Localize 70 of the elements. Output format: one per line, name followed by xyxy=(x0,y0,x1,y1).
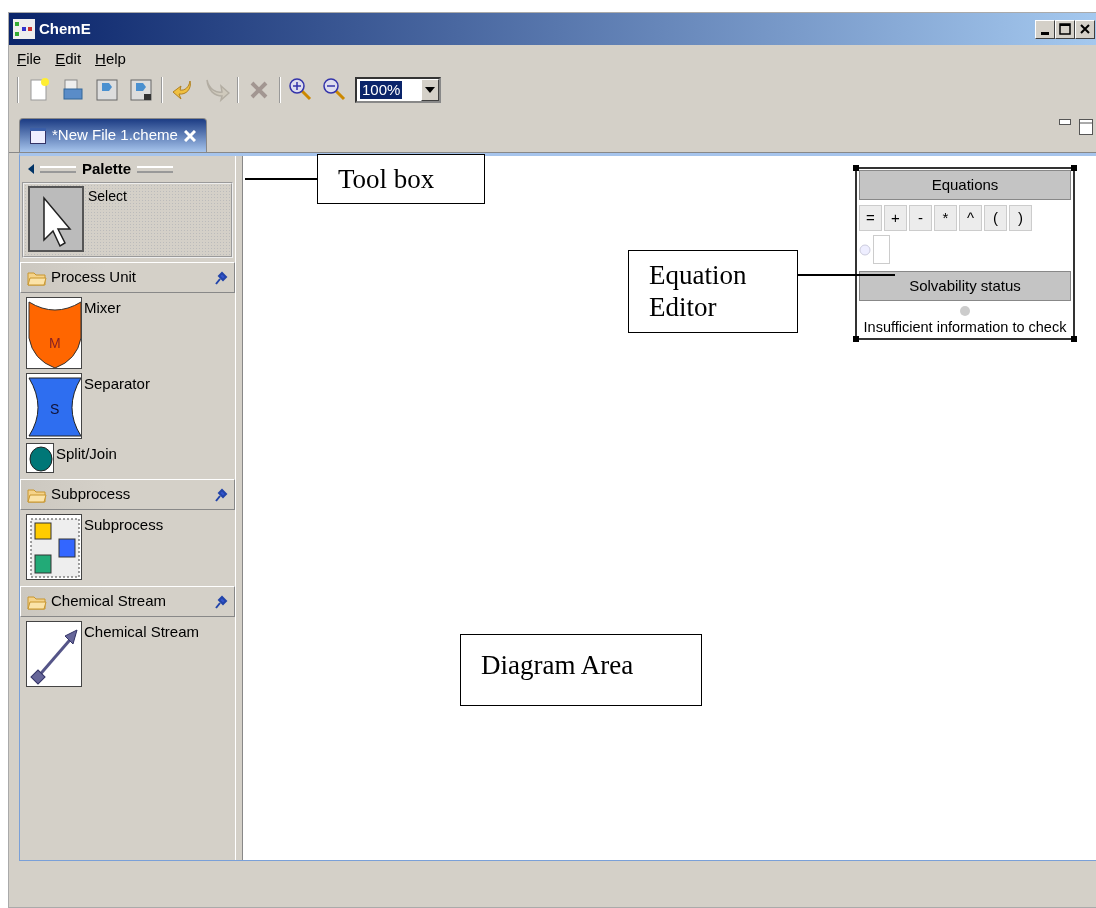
save-as-button[interactable] xyxy=(127,76,155,104)
grip-icon[interactable] xyxy=(137,165,174,173)
window-title: ChemE xyxy=(39,18,91,39)
palette-item[interactable]: Subprocess xyxy=(20,512,235,582)
operator-button[interactable]: * xyxy=(934,205,957,231)
operator-button[interactable]: ^ xyxy=(959,205,982,231)
palette-item[interactable]: Chemical Stream xyxy=(20,619,235,689)
resize-handle[interactable] xyxy=(853,336,859,343)
grip-icon[interactable] xyxy=(40,165,76,173)
icon-letter: S xyxy=(50,401,60,417)
icon-letter: M xyxy=(49,335,61,351)
menu-item[interactable]: Edit xyxy=(55,47,82,71)
close-icon[interactable] xyxy=(183,129,196,142)
palette-tool[interactable]: Select xyxy=(22,182,233,258)
pin-icon[interactable] xyxy=(214,487,228,502)
open-icon xyxy=(60,77,86,103)
callout-label: Tool box xyxy=(317,154,485,205)
dropdown-arrow-icon[interactable] xyxy=(425,87,435,93)
redo-icon xyxy=(204,77,230,103)
zoom-combo[interactable]: 100% xyxy=(355,77,441,103)
pin-icon[interactable] xyxy=(214,594,228,609)
resize-handle[interactable] xyxy=(853,165,859,171)
save-as-icon xyxy=(128,77,154,103)
zoom-out-icon xyxy=(322,77,348,103)
minimize-button[interactable] xyxy=(1035,19,1055,39)
arrow-cursor-icon xyxy=(28,186,84,252)
operator-button[interactable]: ) xyxy=(1009,205,1032,231)
maximize-button[interactable] xyxy=(1055,19,1075,39)
menu-item[interactable]: Help xyxy=(95,47,126,71)
resize-handle[interactable] xyxy=(1071,165,1077,171)
callout-label: Diagram Area xyxy=(460,634,702,707)
palette-item[interactable]: S Separator xyxy=(20,371,235,441)
app-icon xyxy=(13,19,35,39)
editor-tab[interactable]: *New File 1.cheme xyxy=(19,118,207,152)
section-header: Solvability status xyxy=(859,271,1071,301)
palette-title: Palette xyxy=(82,158,132,179)
operator-button[interactable]: + xyxy=(884,205,907,231)
subprocess-icon xyxy=(26,514,82,580)
operator-button[interactable]: = xyxy=(859,205,882,231)
save-icon xyxy=(94,77,120,103)
folder-icon xyxy=(27,593,47,610)
close-button[interactable] xyxy=(1075,19,1095,39)
status-text: Insufficient information to check xyxy=(862,318,1068,337)
collapse-arrow-icon[interactable] xyxy=(28,164,34,174)
maximize-view-icon[interactable] xyxy=(1079,119,1093,135)
resize-handle[interactable] xyxy=(1071,336,1077,343)
splitter-handle[interactable] xyxy=(235,156,243,860)
diagram-canvas[interactable]: Equations = + - * ^ ( ) Solvability status Insufficient information to check Tool box Equation Editor Diagram Area xyxy=(243,156,1096,860)
equation-editor-panel[interactable]: Equations = + - * ^ ( ) Solvability status Insufficient information to check xyxy=(855,167,1075,341)
callout-label: Equation Editor xyxy=(628,250,798,333)
folder-icon xyxy=(27,269,47,286)
status-dot-icon xyxy=(959,305,971,317)
folder-icon xyxy=(27,486,47,503)
section-header: Equations xyxy=(859,170,1071,200)
pin-icon[interactable] xyxy=(214,270,228,285)
palette-item[interactable]: M Mixer xyxy=(20,295,235,371)
operator-button[interactable]: - xyxy=(909,205,932,231)
equation-input-field[interactable] xyxy=(873,235,890,264)
minimize-icon xyxy=(1041,31,1049,35)
radio-icon[interactable] xyxy=(859,243,871,256)
operator-button[interactable]: ( xyxy=(984,205,1007,231)
file-icon xyxy=(30,127,46,144)
close-icon xyxy=(1080,24,1090,34)
palette-item[interactable]: Split/Join xyxy=(20,441,235,475)
zoom-value: 100% xyxy=(360,81,403,99)
zoom-in-icon xyxy=(288,77,314,103)
split-join-icon xyxy=(26,443,54,473)
minimize-view-icon[interactable] xyxy=(1059,119,1071,127)
maximize-icon xyxy=(1059,23,1071,35)
menu-item[interactable]: File xyxy=(17,47,42,71)
